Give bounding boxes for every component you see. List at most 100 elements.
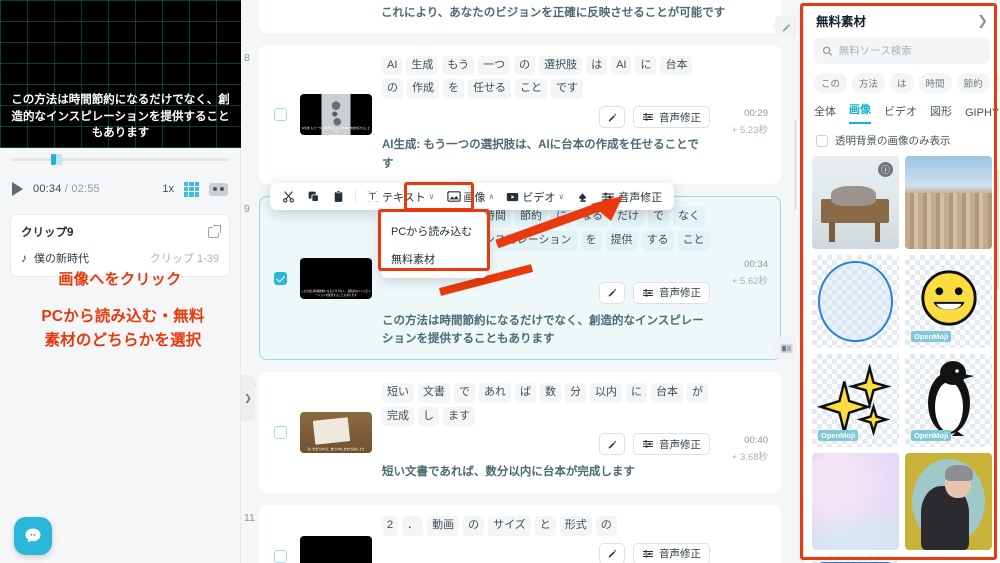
chevron-right-icon-close[interactable]: ❯ — [977, 13, 988, 29]
row-thumbnail[interactable]: 2. 動画のサイズと形式の選択 — [300, 535, 372, 563]
word-token[interactable]: 台本 — [651, 382, 683, 403]
transparent-only-checkbox[interactable] — [816, 134, 828, 147]
grid-icon[interactable] — [184, 181, 199, 197]
row-thumbnail[interactable]: この方法は時間節約になるだけでなく、創造的なインスピレーションを提供することもあ… — [300, 257, 372, 299]
scrubber-handle[interactable] — [50, 153, 62, 165]
cut-button[interactable] — [277, 187, 300, 206]
playback-speed-button[interactable]: 1x — [162, 183, 174, 195]
word-token[interactable]: サイズ — [488, 516, 531, 536]
word-token[interactable]: 2 — [382, 516, 399, 536]
tab-ビデオ[interactable]: ビデオ — [884, 103, 917, 124]
audio-adjust-row-button[interactable]: 音声修正 — [633, 433, 710, 456]
word-token[interactable]: AI — [611, 55, 632, 76]
fill-button[interactable] — [571, 187, 594, 206]
word-token[interactable]: 任せる — [468, 79, 511, 100]
keyword-chip[interactable]: は — [890, 73, 914, 93]
table-row[interactable]: 8 AI生成: もう一つの選択肢は、AIに台本の作成を任せることです AI 生成 もう一… — [244, 44, 781, 185]
transparent-only-toggle[interactable]: 透明背景の画像のみ表示 — [804, 124, 1000, 156]
word-token[interactable]: と — [534, 516, 556, 536]
word-token[interactable]: 文書 — [418, 382, 450, 403]
keyword-chip[interactable]: この — [814, 73, 848, 93]
text-button[interactable]: テキスト ∨ — [361, 186, 440, 208]
word-token[interactable]: 選択肢 — [539, 55, 583, 76]
word-token[interactable]: する — [641, 231, 674, 251]
paste-button[interactable] — [327, 187, 350, 206]
word-token[interactable]: に — [626, 382, 647, 403]
row-checkbox[interactable] — [273, 108, 287, 121]
keyword-chip[interactable]: 方法 — [852, 73, 886, 93]
word-token[interactable]: です — [551, 79, 583, 100]
asset-gallery[interactable]: ⓘ OpenMoji OpenMoji OpenMoji — [804, 156, 1000, 563]
rounded-rect-shape[interactable] — [812, 556, 899, 563]
audio-adjust-row-button[interactable]: 音声修正 — [633, 542, 710, 563]
row-thumbnail[interactable]: AI生成: もう一つの選択肢は、AIに台本の作成を任せることです — [300, 94, 372, 135]
word-token[interactable]: 提供 — [605, 231, 638, 251]
panel-collapse-handle[interactable]: ❯ — [241, 375, 255, 421]
word-token[interactable]: 節約 — [515, 207, 547, 228]
tab-画像[interactable]: 画像 — [849, 101, 871, 124]
word-token[interactable]: 短い — [382, 382, 414, 403]
image-source-menu[interactable]: PCから読み込む 無料素材 — [381, 212, 487, 278]
table-row[interactable]: 9 この方法は時間節約になるだけでなく、創造的なインスピレーションを提供することも… — [244, 196, 781, 360]
cityscape-photo[interactable] — [905, 156, 992, 249]
transcript-scrollbar[interactable] — [794, 120, 797, 210]
scrubber-track[interactable] — [12, 153, 228, 165]
word-token[interactable]: ば — [515, 382, 536, 403]
pencil-icon[interactable] — [599, 433, 625, 456]
pencil-icon[interactable] — [599, 281, 625, 304]
word-token[interactable]: で — [454, 382, 475, 403]
hugging-illustration[interactable] — [905, 453, 992, 550]
word-token[interactable]: 数 — [540, 382, 561, 403]
asset-tabs[interactable]: 全体 画像 ビデオ 図形 GIPHY — [804, 99, 1000, 124]
cat-on-bench-photo[interactable]: ⓘ — [812, 156, 899, 249]
gallery-scrollbar[interactable] — [996, 170, 999, 290]
play-icon[interactable] — [12, 182, 23, 196]
word-token[interactable]: なる — [576, 207, 608, 228]
word-token[interactable]: ます — [443, 406, 475, 427]
grinning-face-emoji[interactable]: OpenMoji — [905, 255, 992, 348]
word-token[interactable]: が — [687, 382, 708, 403]
word-token[interactable]: あれ — [479, 382, 511, 403]
tab-図形[interactable]: 図形 — [930, 103, 952, 124]
table-row[interactable]: 10短い文書であれば、数分以内に台本が完成します短い文書であれば数分以内に台本が… — [244, 371, 781, 493]
pencil-tooltip-icon[interactable] — [771, 16, 797, 38]
open-external-icon[interactable] — [208, 224, 221, 238]
pencil-icon[interactable] — [599, 106, 625, 129]
word-token[interactable]: を — [580, 231, 602, 251]
word-token[interactable]: 形式 — [559, 516, 592, 536]
menu-item-free-assets[interactable]: 無料素材 — [381, 245, 487, 273]
clip-music[interactable]: ♪ 僕の新時代 — [21, 250, 89, 266]
word-token[interactable]: だけ — [612, 207, 644, 228]
word-token[interactable]: 完成 — [382, 406, 414, 427]
search-input[interactable] — [838, 45, 982, 57]
word-token[interactable]: に — [551, 207, 572, 228]
subtitle-icon[interactable] — [209, 182, 228, 196]
word-token[interactable]: の — [514, 55, 536, 76]
chat-bubble-icon[interactable] — [14, 517, 52, 555]
word-token[interactable]: の — [595, 516, 617, 536]
keyword-chip[interactable]: 時間 — [918, 73, 952, 93]
menu-item-from-pc[interactable]: PCから読み込む — [381, 217, 487, 245]
table-row[interactable]: 112. 動画のサイズと形式の選択2．動画のサイズと形式の音声修正2. 動画のサ… — [244, 505, 781, 563]
pencil-icon[interactable] — [599, 542, 625, 563]
word-token[interactable]: の — [463, 516, 485, 536]
copy-button[interactable] — [302, 187, 325, 206]
sparkles-emoji[interactable]: OpenMoji — [812, 354, 899, 447]
media-tooltip-icon[interactable] — [771, 337, 797, 359]
word-token[interactable]: もう — [442, 55, 475, 76]
word-token[interactable]: 分 — [565, 382, 586, 403]
info-icon[interactable]: ⓘ — [878, 162, 893, 177]
video-button[interactable]: ビデオ ∨ — [501, 186, 569, 208]
row-checkbox[interactable] — [273, 549, 287, 563]
keyword-chip[interactable]: に — [994, 73, 1000, 93]
asset-search-box[interactable] — [814, 38, 990, 64]
word-token[interactable]: ． — [402, 516, 424, 536]
word-token[interactable]: 台本 — [660, 55, 693, 76]
penguin-emoji[interactable]: OpenMoji — [905, 354, 992, 447]
word-token[interactable]: AI — [382, 55, 403, 76]
word-token[interactable]: こと — [515, 79, 547, 100]
word-token[interactable]: で — [648, 207, 669, 228]
transcript-rows[interactable]: これにより、あなたのビジョンを正確に反映させることが可能です 8 AI生成: もう… — [241, 0, 803, 563]
row-checkbox[interactable] — [273, 271, 287, 285]
word-token[interactable]: 以内 — [590, 382, 622, 403]
